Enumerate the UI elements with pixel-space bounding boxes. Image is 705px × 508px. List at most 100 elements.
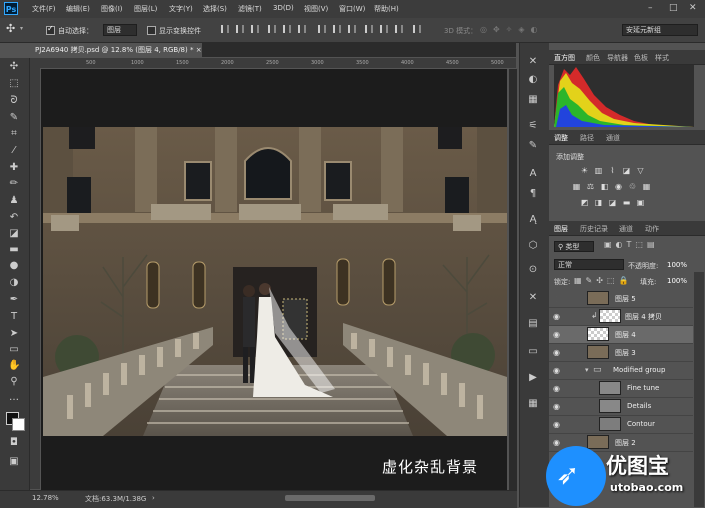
history-icon[interactable]: ◐: [527, 74, 539, 86]
tab-adjustments[interactable]: 调整: [554, 133, 568, 143]
auto-select-dropdown[interactable]: 图层: [103, 24, 137, 36]
channel-mixer-icon[interactable]: ♲: [628, 182, 637, 191]
paragraph-icon[interactable]: ¶: [527, 188, 539, 200]
quick-mask-icon[interactable]: ◘: [8, 437, 20, 449]
eye-icon[interactable]: ◉: [552, 420, 561, 429]
timeline-icon[interactable]: ▭: [527, 346, 539, 358]
swatches-icon[interactable]: ▦: [527, 398, 539, 410]
photo-filter-icon[interactable]: ◉: [614, 182, 623, 191]
align-bottom-icon[interactable]: [251, 25, 259, 33]
background-color-swatch[interactable]: [12, 418, 25, 431]
chevron-down-icon[interactable]: ▾: [20, 25, 23, 32]
tab-paths[interactable]: 路径: [580, 133, 594, 143]
document-tab[interactable]: PJ2A6940 拷贝.psd @ 12.8% (图层 4, RGB/8) * …: [30, 43, 202, 57]
screen-mode-icon[interactable]: ▣: [8, 456, 20, 468]
tab-channels[interactable]: 通道: [606, 133, 620, 143]
eye-icon[interactable]: ◉: [552, 366, 561, 375]
eye-icon[interactable]: ◉: [552, 402, 561, 411]
align-vcenter-icon[interactable]: [236, 25, 244, 33]
blur-tool-icon[interactable]: ●: [8, 260, 20, 272]
eye-icon[interactable]: ◉: [552, 348, 561, 357]
layer-filter-dropdown[interactable]: ⚲ 类型: [554, 241, 594, 252]
menu-type[interactable]: 文字(Y): [169, 4, 193, 14]
fill-value[interactable]: 100%: [667, 277, 687, 285]
tab-layers[interactable]: 图层: [554, 224, 568, 234]
properties-icon[interactable]: ⚟: [527, 120, 539, 132]
black-white-icon[interactable]: ◧: [600, 182, 609, 191]
minimize-button[interactable]: –: [648, 3, 653, 13]
eyedropper-tool-icon[interactable]: ⁄: [8, 145, 20, 157]
menu-image[interactable]: 图像(I): [101, 4, 123, 14]
horizontal-scrollbar[interactable]: [285, 495, 375, 501]
eye-icon[interactable]: ◉: [552, 438, 561, 447]
layers-scrollbar[interactable]: [694, 272, 704, 507]
color-lookup-icon[interactable]: ▦: [642, 182, 651, 191]
move-tool-icon[interactable]: ✣: [8, 61, 20, 73]
tool-presets-icon[interactable]: ✕: [527, 292, 539, 304]
zoom-tool-icon[interactable]: ⚲: [8, 376, 20, 388]
tab-color[interactable]: 颜色: [586, 53, 600, 63]
hand-tool-icon[interactable]: ✋: [8, 360, 20, 372]
path-select-tool-icon[interactable]: ➤: [8, 328, 20, 340]
blend-mode-dropdown[interactable]: 正常: [554, 259, 624, 270]
opacity-value[interactable]: 100%: [667, 261, 687, 269]
clone-stamp-tool-icon[interactable]: ♟: [8, 195, 20, 207]
menu-view[interactable]: 视图(V): [304, 4, 328, 14]
hidden-visibility-icon[interactable]: ◌: [552, 294, 561, 303]
layer-row[interactable]: ◌ 图层 5: [549, 290, 693, 308]
glyphs-icon[interactable]: Ą: [527, 214, 539, 226]
tab-styles[interactable]: 样式: [655, 53, 669, 63]
menu-layer[interactable]: 图层(L): [134, 4, 157, 14]
tab-layer-channels[interactable]: 通道: [619, 224, 633, 234]
brush-settings-icon[interactable]: ✎: [527, 140, 539, 152]
type-tool-icon[interactable]: T: [8, 311, 20, 323]
layer-row[interactable]: ◉ Fine tune: [549, 380, 693, 398]
3d-icon[interactable]: ⬡: [527, 240, 539, 252]
invert-icon[interactable]: ◩: [580, 198, 589, 207]
character-icon[interactable]: A: [527, 168, 539, 180]
menu-file[interactable]: 文件(F): [32, 4, 56, 14]
eye-icon[interactable]: ◉: [552, 312, 561, 321]
histogram-icon[interactable]: ▦: [527, 94, 539, 106]
history-brush-tool-icon[interactable]: ↶: [8, 212, 20, 224]
layer-row-selected[interactable]: ◉ 图层 4: [549, 326, 693, 344]
notes-icon[interactable]: ▤: [527, 318, 539, 330]
brush-tool-icon[interactable]: ✏: [8, 178, 20, 190]
align-left-icon[interactable]: [268, 25, 276, 33]
auto-select-checkbox[interactable]: [46, 24, 55, 35]
layer-group-row[interactable]: ◉ ▾ ▭ Modified group: [549, 362, 693, 380]
align-right-icon[interactable]: [298, 25, 306, 33]
actions-icon[interactable]: ▶: [527, 372, 539, 384]
align-top-icon[interactable]: [221, 25, 229, 33]
marquee-tool-icon[interactable]: ⬚: [8, 78, 20, 90]
lock-icons[interactable]: ▦✎✣⬚🔒: [574, 276, 632, 285]
menu-filter[interactable]: 滤镜(T): [238, 4, 262, 14]
distribute-bottom-icon[interactable]: [348, 25, 356, 33]
tab-navigator[interactable]: 导航器: [607, 53, 628, 63]
layer-row[interactable]: ◉ 图层 3: [549, 344, 693, 362]
levels-icon[interactable]: ▥: [594, 166, 603, 175]
vibrance-icon[interactable]: ▽: [636, 166, 645, 175]
lasso-tool-icon[interactable]: ᘐ: [8, 95, 20, 107]
tab-swatches[interactable]: 色板: [634, 53, 648, 63]
posterize-icon[interactable]: ◨: [594, 198, 603, 207]
menu-help[interactable]: 帮助(H): [374, 4, 399, 14]
auto-align-icon[interactable]: [413, 25, 421, 33]
quick-select-tool-icon[interactable]: ✎: [8, 112, 20, 124]
color-balance-icon[interactable]: ⚖: [586, 182, 595, 191]
align-hcenter-icon[interactable]: [283, 25, 291, 33]
eye-icon[interactable]: ◉: [552, 330, 561, 339]
show-transform-checkbox[interactable]: [147, 26, 156, 35]
restore-button[interactable]: □: [669, 3, 678, 13]
info-icon[interactable]: ⊙: [527, 264, 539, 276]
close-tab-icon[interactable]: ×: [196, 46, 202, 54]
tab-actions[interactable]: 动作: [645, 224, 659, 234]
zoom-level[interactable]: 12.78%: [32, 494, 59, 502]
layer-row[interactable]: ◉ ↲ 图层 4 拷贝: [549, 308, 693, 326]
layer-row[interactable]: ◉ Details: [549, 398, 693, 416]
menu-select[interactable]: 选择(S): [203, 4, 227, 14]
distribute-top-icon[interactable]: [318, 25, 326, 33]
menu-edit[interactable]: 编辑(E): [66, 4, 90, 14]
workspace-dropdown[interactable]: 安延元新组: [622, 24, 698, 36]
canvas-vertical-scrollbar[interactable]: [509, 69, 517, 490]
